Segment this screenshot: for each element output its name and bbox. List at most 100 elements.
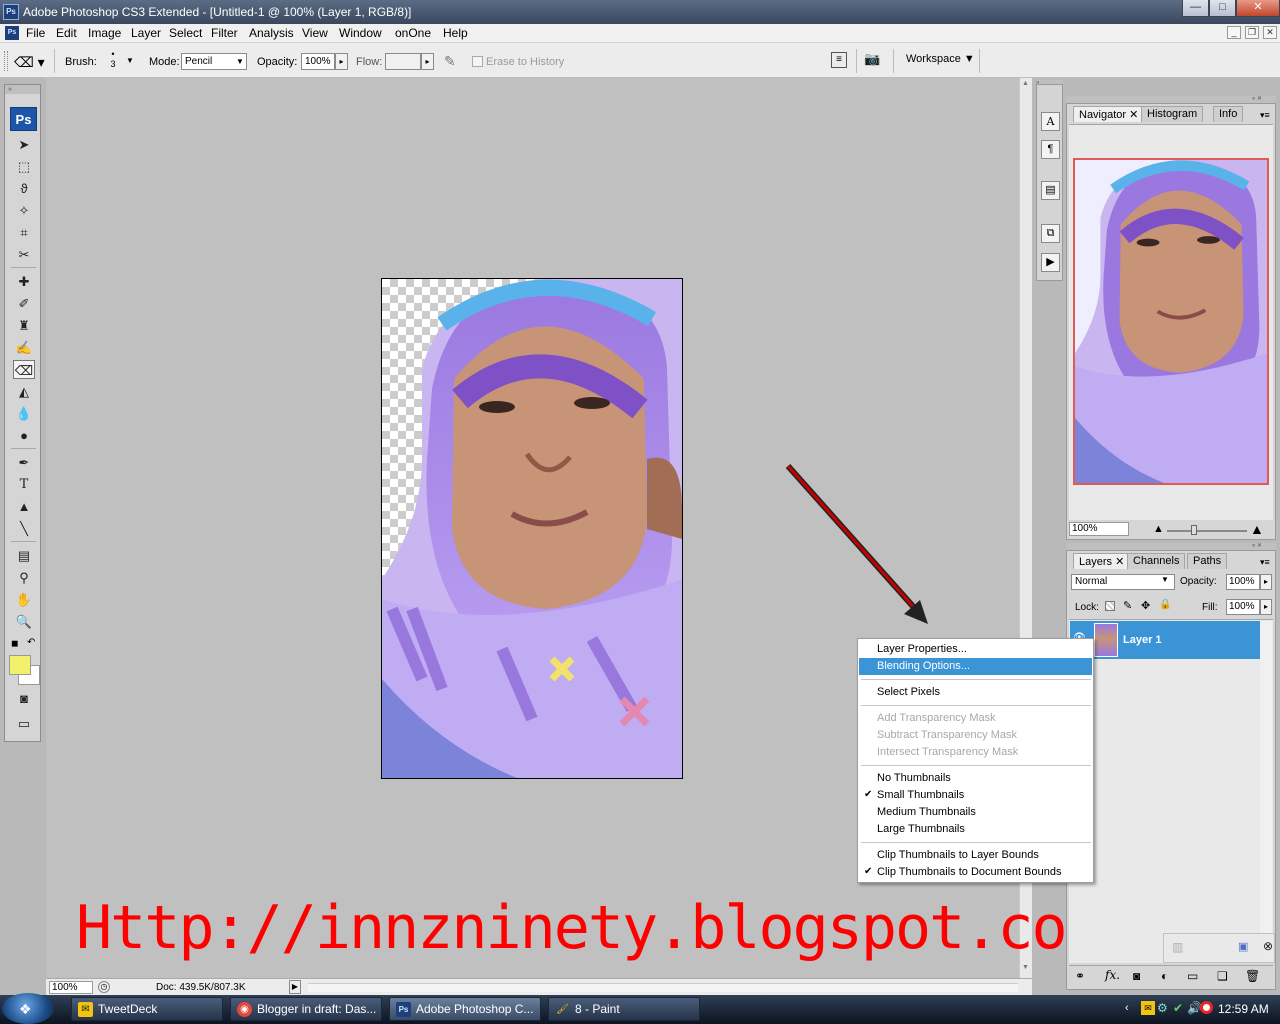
menu-no-thumbnails[interactable]: No Thumbnails <box>859 770 1092 787</box>
tab-paths[interactable]: Paths <box>1187 553 1228 569</box>
mode-dropdown-icon[interactable]: ▼ <box>234 53 247 70</box>
palette-well-icon[interactable]: ≡ <box>831 52 847 68</box>
menu-layer-properties[interactable]: Layer Properties... <box>859 641 1092 658</box>
brushes-panel-icon[interactable]: ▤ <box>1041 181 1060 200</box>
lock-transparency-icon[interactable] <box>1105 601 1115 611</box>
dodge-tool-icon[interactable]: ● <box>13 426 35 445</box>
magic-wand-tool-icon[interactable]: ✧ <box>13 201 35 220</box>
brush-dropdown-icon[interactable]: ▼ <box>126 56 134 65</box>
doc-restore-button[interactable]: ❐ <box>1245 26 1259 39</box>
menu-clip-document-bounds[interactable]: ✔ Clip Thumbnails to Document Bounds <box>859 864 1092 881</box>
blur-tool-icon[interactable]: 💧 <box>13 404 35 423</box>
marquee-tool-icon[interactable]: ⬚ <box>13 157 35 176</box>
brush-tool-icon[interactable]: ✐ <box>13 294 35 313</box>
adjustment-layer-icon[interactable]: ◐ <box>1161 969 1168 983</box>
doc-minimize-button[interactable]: _ <box>1227 26 1241 39</box>
status-menu-arrow-icon[interactable]: ▶ <box>289 980 301 994</box>
menu-filter[interactable]: Filter <box>208 26 241 40</box>
hand-tool-icon[interactable]: ✋ <box>13 590 35 609</box>
airbrush-icon[interactable]: ✎ <box>444 53 456 70</box>
menu-select[interactable]: Select <box>166 26 205 40</box>
maximize-button[interactable]: □ <box>1209 0 1236 17</box>
type-tool-icon[interactable]: T <box>13 475 35 494</box>
erase-history-checkbox[interactable] <box>472 56 483 67</box>
document-canvas[interactable] <box>381 278 683 779</box>
layer-style-fx-icon[interactable]: fx. <box>1105 968 1120 982</box>
link-layers-icon[interactable]: ⚭ <box>1075 969 1085 983</box>
taskbar-item-tweetdeck[interactable]: ✉ TweetDeck <box>71 997 223 1021</box>
tray-widget[interactable]: ▥ ▣ ⊗ <box>1163 933 1275 963</box>
options-grip[interactable] <box>4 51 8 71</box>
notes-tool-icon[interactable]: ▤ <box>13 546 35 565</box>
eraser-preset-icon[interactable]: ⌫ ▾ <box>14 52 48 72</box>
actions-panel-icon[interactable]: ▶ <box>1041 253 1060 272</box>
menu-small-thumbnails[interactable]: ✔ Small Thumbnails <box>859 787 1092 804</box>
workspace-menu[interactable]: Workspace ▼ <box>906 53 975 65</box>
menu-onone[interactable]: onOne <box>392 26 434 40</box>
mode-select[interactable]: Pencil <box>181 53 237 70</box>
lasso-tool-icon[interactable]: ϑ <box>13 179 35 198</box>
menu-layer[interactable]: Layer <box>128 26 164 40</box>
new-group-icon[interactable]: ▭ <box>1187 969 1198 983</box>
fill-input[interactable]: 100% <box>1226 599 1260 615</box>
taskbar-clock[interactable]: 12:59 AM <box>1218 1002 1269 1016</box>
taskbar-item-chrome[interactable]: ◉ Blogger in draft: Das... <box>230 997 382 1021</box>
tab-histogram[interactable]: Histogram <box>1141 106 1204 122</box>
minimize-button[interactable]: — <box>1182 0 1209 17</box>
flow-slider-icon[interactable]: ▸ <box>421 53 434 70</box>
tab-navigator[interactable]: Navigator ✕ <box>1073 106 1145 122</box>
tray-expand-icon[interactable]: ‹ <box>1125 1002 1129 1014</box>
widget-close-icon[interactable]: ⊗ <box>1263 939 1273 953</box>
panel-menu-icon[interactable]: ▾≡ <box>1260 557 1270 568</box>
lock-all-icon[interactable]: 🔒 <box>1159 599 1171 610</box>
menu-clip-layer-bounds[interactable]: Clip Thumbnails to Layer Bounds <box>859 847 1092 864</box>
menu-select-pixels[interactable]: Select Pixels <box>859 684 1092 701</box>
menu-large-thumbnails[interactable]: Large Thumbnails <box>859 821 1092 838</box>
doc-close-button[interactable]: ✕ <box>1263 26 1277 39</box>
line-tool-icon[interactable]: ╲ <box>13 519 35 538</box>
zoom-out-icon[interactable]: ▲ <box>1153 523 1164 535</box>
menu-view[interactable]: View <box>299 26 331 40</box>
flow-input[interactable] <box>385 53 421 70</box>
crop-tool-icon[interactable]: ⌗ <box>13 223 35 242</box>
navigator-preview[interactable] <box>1073 158 1269 485</box>
move-tool-icon[interactable]: ➤ <box>13 135 35 154</box>
taskbar-item-paint[interactable]: 🖌 8 - Paint <box>548 997 700 1021</box>
quick-mask-icon[interactable]: ◙ <box>13 689 35 708</box>
slice-tool-icon[interactable]: ✂ <box>13 245 35 264</box>
tab-layers[interactable]: Layers ✕ <box>1073 553 1131 569</box>
screen-mode-icon[interactable]: ▭ <box>13 714 35 733</box>
character-panel-icon[interactable]: A <box>1041 112 1060 131</box>
menu-file[interactable]: File <box>23 26 48 40</box>
bridge-icon[interactable]: 📷 <box>864 51 886 69</box>
pen-tool-icon[interactable]: ✒ <box>13 453 35 472</box>
swap-colors-icon[interactable]: ↶ <box>27 637 35 648</box>
paragraph-panel-icon[interactable]: ¶ <box>1041 140 1060 159</box>
layers-scrollbar[interactable] <box>1260 621 1272 961</box>
menu-blending-options[interactable]: Blending Options... <box>859 658 1092 675</box>
blend-mode-select[interactable]: Normal <box>1071 574 1175 590</box>
delete-layer-icon[interactable]: 🗑 <box>1245 969 1260 983</box>
horizontal-scrollbar[interactable] <box>308 983 1018 992</box>
status-info-icon[interactable]: ◷ <box>98 981 110 993</box>
menu-edit[interactable]: Edit <box>53 26 80 40</box>
scroll-up-arrow-icon[interactable]: ▲ <box>1022 80 1029 87</box>
zoom-in-icon[interactable]: ▲ <box>1250 521 1264 537</box>
menu-window[interactable]: Window <box>336 26 385 40</box>
zoom-slider-thumb[interactable] <box>1191 525 1197 535</box>
healing-brush-tool-icon[interactable]: ✚ <box>13 272 35 291</box>
eyedropper-tool-icon[interactable]: ⚲ <box>13 568 35 587</box>
blend-mode-dropdown-icon[interactable]: ▼ <box>1161 575 1169 584</box>
layer-row[interactable]: 👁 Layer 1 <box>1070 621 1260 659</box>
tray-network-icon[interactable]: ⚙ <box>1157 1001 1168 1015</box>
start-button[interactable]: ❖ <box>2 993 54 1024</box>
tab-info[interactable]: Info <box>1213 106 1244 122</box>
add-mask-icon[interactable]: ◙ <box>1133 969 1140 983</box>
document-icon[interactable]: Ps <box>5 26 19 40</box>
paint-bucket-tool-icon[interactable]: ◭ <box>13 382 35 401</box>
tray-tweetdeck-icon[interactable]: ✉ <box>1141 1001 1155 1015</box>
clone-stamp-tool-icon[interactable]: ♜ <box>13 316 35 335</box>
scroll-down-arrow-icon[interactable]: ▼ <box>1022 964 1029 971</box>
tab-channels[interactable]: Channels <box>1127 553 1186 569</box>
new-layer-icon[interactable]: ❏ <box>1217 969 1228 983</box>
